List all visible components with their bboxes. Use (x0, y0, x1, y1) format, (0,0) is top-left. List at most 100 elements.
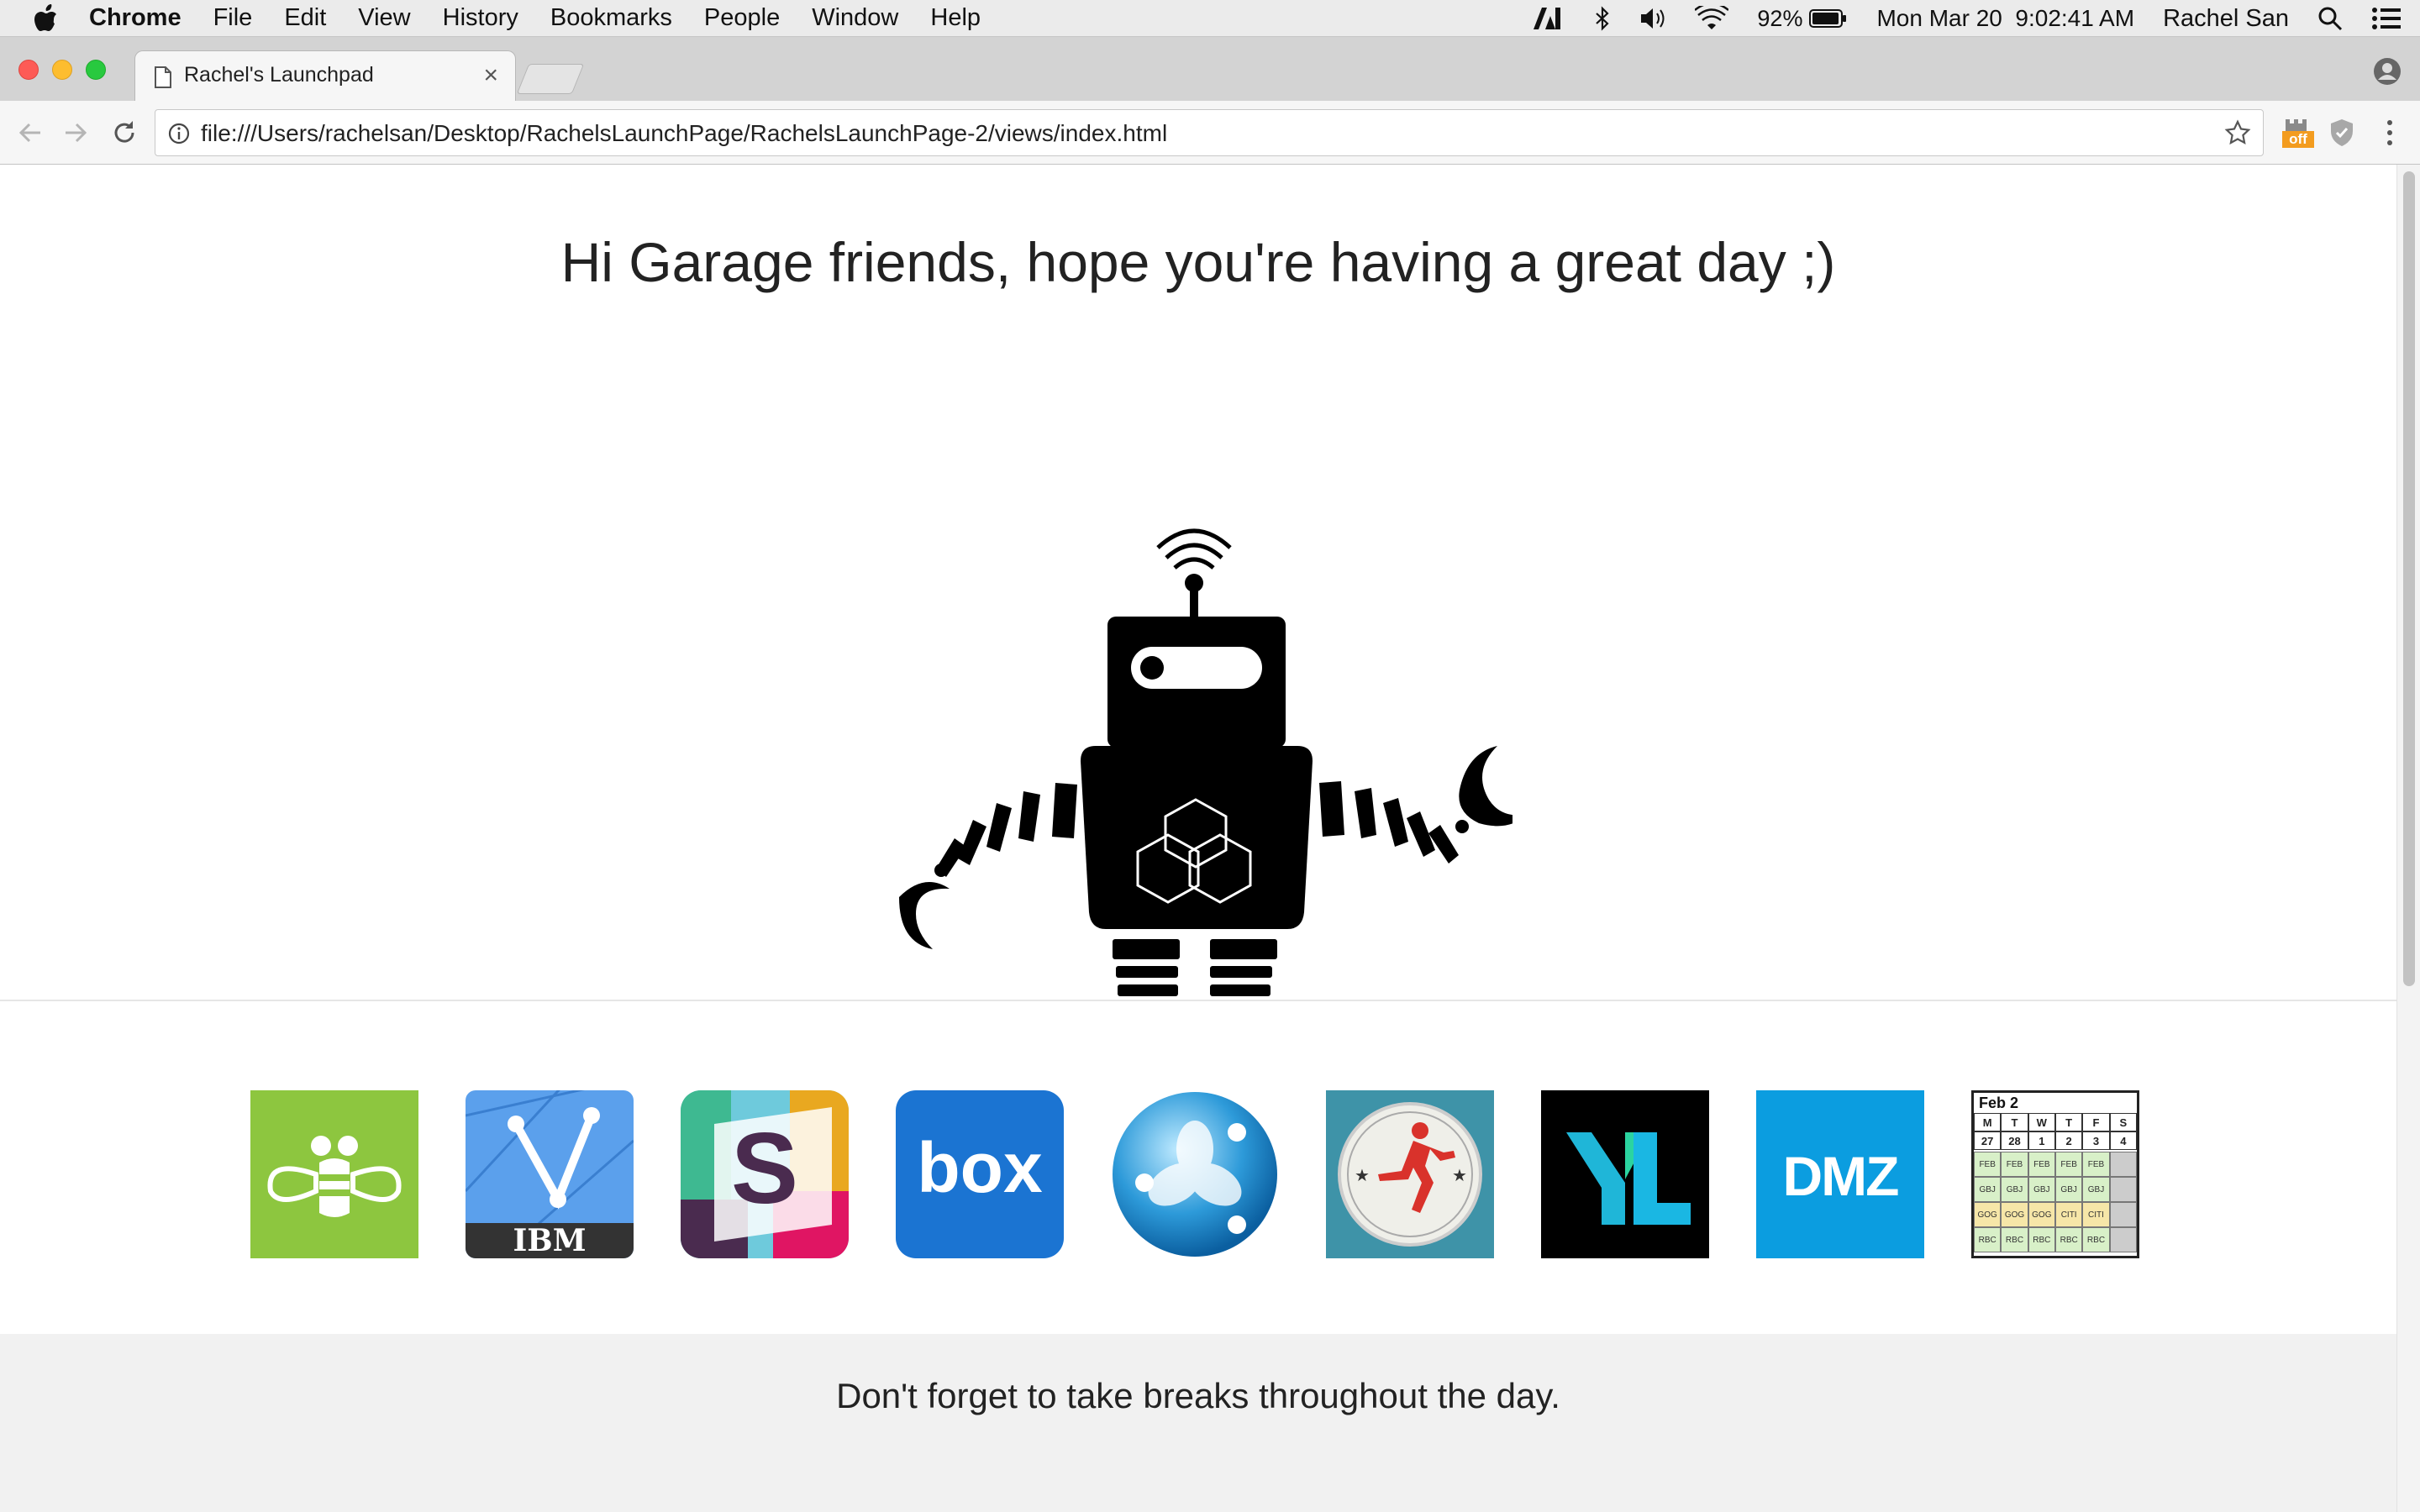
menu-people[interactable]: People (704, 4, 780, 32)
scrollbar-thumb[interactable] (2403, 171, 2415, 986)
adobe-icon[interactable] (1532, 6, 1565, 31)
cal-event: FEB (2054, 1152, 2083, 1177)
cal-event: CITI (2054, 1202, 2083, 1227)
battery-icon[interactable] (1809, 8, 1848, 29)
calendar-app-icon[interactable]: Feb 2 M T W T F S 27 28 1 2 3 4 FEB FEB … (1971, 1090, 2139, 1258)
footer-message: Don't forget to take breaks throughout t… (836, 1376, 1560, 1415)
robot-right-leg (1210, 939, 1277, 996)
url-text: file:///Users/rachelsan/Desktop/RachelsL… (201, 120, 1168, 146)
apple-icon[interactable] (34, 3, 59, 33)
chrome-menu-icon[interactable] (2385, 118, 2395, 148)
menu-file[interactable]: File (213, 4, 253, 32)
cal-event: RBC (2001, 1227, 2028, 1252)
cal-date: 3 (2082, 1131, 2110, 1150)
bookmark-star-icon[interactable] (2224, 119, 2251, 146)
status-area: 92% Mon Mar 20 9:02:41 AM Rachel San (1532, 0, 2420, 37)
close-window-button[interactable] (18, 60, 39, 80)
menu-bookmarks[interactable]: Bookmarks (550, 4, 672, 32)
cal-event: GOG (1974, 1202, 2002, 1227)
robot-right-claw (1459, 746, 1512, 827)
cal-event: GBJ (2082, 1177, 2110, 1202)
cal-event: FEB (2001, 1152, 2028, 1177)
sphere-app-icon[interactable] (1111, 1090, 1279, 1258)
robot-illustration (899, 528, 1512, 996)
cal-day: W (2028, 1113, 2055, 1131)
macos-menubar: Chrome File Edit View History Bookmarks … (0, 0, 2420, 37)
page-content: Hi Garage friends, hope you're having a … (0, 165, 2396, 1512)
cal-day: M (1974, 1113, 2002, 1131)
cal-date: 27 (1974, 1131, 2002, 1150)
vertical-scrollbar[interactable] (2396, 165, 2420, 1512)
address-bar[interactable]: file:///Users/rachelsan/Desktop/RachelsL… (155, 109, 2264, 156)
wifi-signal-icon (1156, 528, 1232, 570)
section-divider (0, 1000, 2396, 1001)
robot-left-claw (899, 882, 950, 949)
battery-percent: 92% (1757, 5, 1803, 31)
user-name[interactable]: Rachel San (2163, 5, 2289, 33)
tab-title: Rachel's Launchpad (184, 63, 374, 87)
cal-cell-empty (2109, 1227, 2137, 1252)
notification-center-icon[interactable] (2371, 7, 2402, 30)
menu-edit[interactable]: Edit (284, 4, 326, 32)
robot-body (1081, 746, 1313, 929)
greeting-heading: Hi Garage friends, hope you're having a … (560, 231, 1836, 293)
minimize-window-button[interactable] (52, 60, 72, 80)
dmz-app-icon[interactable]: DMZ (1756, 1090, 1924, 1258)
page-icon (155, 66, 171, 88)
profile-icon[interactable] (2373, 57, 2402, 86)
cal-date: 4 (2109, 1131, 2137, 1150)
cal-event: FEB (2082, 1152, 2110, 1177)
app-launcher-row: IBM S box ★ ★ DMZ Feb 2 M T W T F S 27 2… (250, 1090, 2149, 1258)
box-label: box (917, 1128, 1043, 1207)
cal-date: 1 (2028, 1131, 2055, 1150)
zoom-window-button[interactable] (86, 60, 106, 80)
svg-text:★: ★ (1355, 1165, 1370, 1185)
cal-day: F (2082, 1113, 2110, 1131)
menu-window[interactable]: Window (812, 4, 898, 32)
cal-cell-empty (2109, 1152, 2137, 1177)
tab-strip: Rachel's Launchpad × (0, 37, 2420, 102)
cal-day: T (2001, 1113, 2028, 1131)
footer: Don't forget to take breaks throughout t… (0, 1334, 2396, 1512)
cal-event: CITI (2082, 1202, 2110, 1227)
menu-help[interactable]: Help (930, 4, 981, 32)
volume-icon[interactable] (1639, 7, 1666, 30)
wifi-icon[interactable] (1695, 6, 1729, 31)
menu-history[interactable]: History (443, 4, 518, 32)
extension-off-icon[interactable]: off (2282, 113, 2314, 150)
tab-close-icon[interactable]: × (483, 61, 498, 90)
box-app-icon[interactable]: box (896, 1090, 1064, 1258)
clock[interactable]: Mon Mar 20 9:02:41 AM (1876, 5, 2134, 32)
calendar-events: FEB FEB FEB FEB FEB GBJ GBJ GBJ GBJ GBJ … (1974, 1152, 2137, 1252)
info-icon[interactable] (167, 122, 191, 145)
ibm-label: IBM (513, 1223, 587, 1258)
dmz-label: DMZ (1782, 1145, 1900, 1207)
cal-event: GOG (2028, 1202, 2055, 1227)
robot-eye (1140, 656, 1164, 680)
cal-day: S (2109, 1113, 2137, 1131)
cal-event: GBJ (2054, 1177, 2083, 1202)
shield-extension-icon[interactable] (2328, 118, 2356, 148)
menu-app-name[interactable]: Chrome (89, 4, 182, 32)
back-icon[interactable] (15, 118, 45, 148)
slack-app-icon[interactable]: S (681, 1090, 849, 1258)
forward-icon[interactable] (60, 118, 91, 148)
menu-view[interactable]: View (358, 4, 410, 32)
new-tab-button[interactable] (516, 64, 585, 94)
bluetooth-icon[interactable] (1594, 6, 1611, 31)
runner-app-icon[interactable]: ★ ★ (1326, 1090, 1494, 1258)
bee-app-icon[interactable] (250, 1090, 418, 1258)
calendar-grid: M T W T F S 27 28 1 2 3 4 (1974, 1113, 2137, 1150)
ibm-app-icon[interactable]: IBM (466, 1090, 634, 1258)
robot-right-arm (1319, 746, 1512, 864)
spotlight-search-icon[interactable] (2317, 6, 2343, 31)
browser-chrome: Rachel's Launchpad × file:///Users/rache… (0, 37, 2420, 165)
tab-active[interactable]: Rachel's Launchpad × (134, 50, 516, 102)
cal-date: 2 (2054, 1131, 2083, 1150)
yl-app-icon[interactable] (1541, 1090, 1709, 1258)
cal-day: T (2054, 1113, 2083, 1131)
reload-icon[interactable] (109, 118, 139, 148)
cal-event: GOG (2001, 1202, 2028, 1227)
cal-event: RBC (2054, 1227, 2083, 1252)
cal-cell-empty (2109, 1202, 2137, 1227)
